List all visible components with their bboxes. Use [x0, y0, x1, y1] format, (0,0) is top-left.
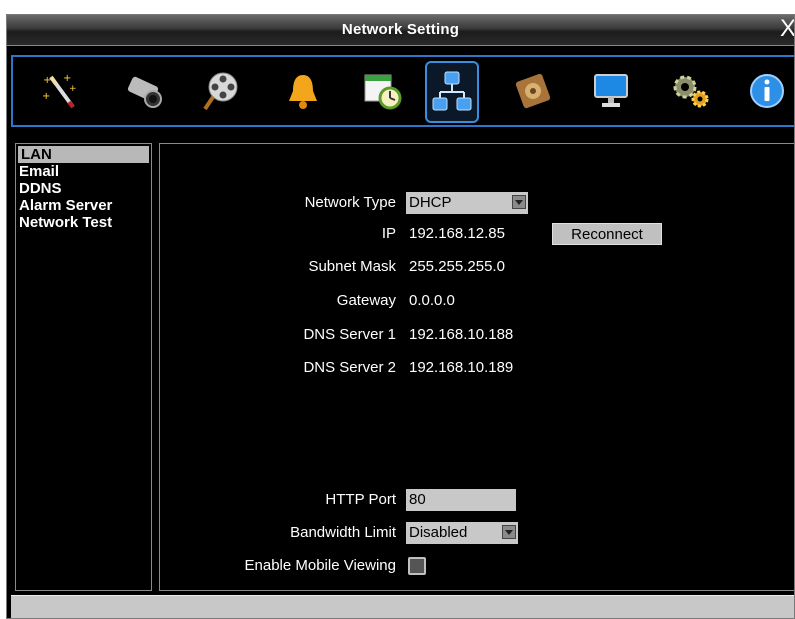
gateway-label: Gateway [336, 292, 396, 309]
schedule-clock-icon[interactable] [359, 67, 407, 115]
settings-toolbar: + + + + [11, 55, 794, 127]
sidebar-item-lan[interactable]: LAN [18, 146, 149, 163]
network-type-select[interactable]: DHCP [406, 192, 528, 214]
subnet-mask-value: 255.255.255.0 [409, 258, 505, 275]
window-title: Network Setting [341, 21, 460, 38]
ip-label: IP [381, 225, 396, 242]
info-icon[interactable] [743, 67, 791, 115]
dns-server-2-value: 192.168.10.189 [409, 359, 514, 376]
camera-icon[interactable] [119, 67, 167, 115]
sidebar-item-email[interactable]: Email [16, 163, 151, 180]
gateway-value: 0.0.0.0 [409, 292, 455, 309]
settings-sidebar: LAN Email DDNS Alarm Server Network Test [15, 143, 152, 591]
svg-text:+: + [69, 84, 77, 94]
network-type-value: DHCP [409, 194, 452, 211]
status-bar [11, 595, 794, 618]
svg-text:+: + [63, 73, 71, 84]
wizard-wand-icon[interactable]: + + + + [37, 67, 85, 115]
chevron-down-icon [512, 195, 526, 209]
svg-text:+: + [43, 75, 51, 86]
monitor-icon[interactable] [587, 67, 635, 115]
bandwidth-limit-value: Disabled [409, 524, 468, 541]
close-icon[interactable]: X [780, 17, 794, 41]
sidebar-item-network-test[interactable]: Network Test [16, 214, 151, 231]
reconnect-button[interactable]: Reconnect [552, 223, 662, 245]
svg-text:+: + [42, 91, 50, 102]
dns-server-1-label: DNS Server 1 [303, 326, 396, 343]
network-setting-window: Network Setting X + + + + LAN Email DDNS… [6, 14, 795, 619]
lan-settings-panel: Network Type DHCP IP 192.168.12.85 Recon… [159, 143, 794, 591]
network-type-label: Network Type [304, 194, 396, 211]
dns-server-1-value: 192.168.10.188 [409, 326, 514, 343]
chevron-down-icon [502, 525, 516, 539]
hard-disk-icon[interactable] [509, 67, 557, 115]
http-port-input[interactable]: 80 [406, 489, 516, 511]
bell-alarm-icon[interactable] [279, 67, 327, 115]
gears-icon[interactable] [667, 67, 715, 115]
enable-mobile-viewing-label: Enable Mobile Viewing [244, 557, 397, 574]
bandwidth-limit-select[interactable]: Disabled [406, 522, 518, 544]
enable-mobile-viewing-checkbox[interactable] [408, 557, 426, 575]
film-reel-icon[interactable] [197, 67, 245, 115]
http-port-label: HTTP Port [325, 491, 396, 508]
title-bar: Network Setting X [7, 15, 794, 46]
network-icon[interactable] [425, 61, 479, 123]
sidebar-item-ddns[interactable]: DDNS [16, 180, 151, 197]
ip-value: 192.168.12.85 [409, 225, 505, 242]
subnet-mask-label: Subnet Mask [308, 258, 396, 275]
bandwidth-limit-label: Bandwidth Limit [290, 524, 396, 541]
sidebar-item-alarm-server[interactable]: Alarm Server [16, 197, 151, 214]
dns-server-2-label: DNS Server 2 [303, 359, 396, 376]
